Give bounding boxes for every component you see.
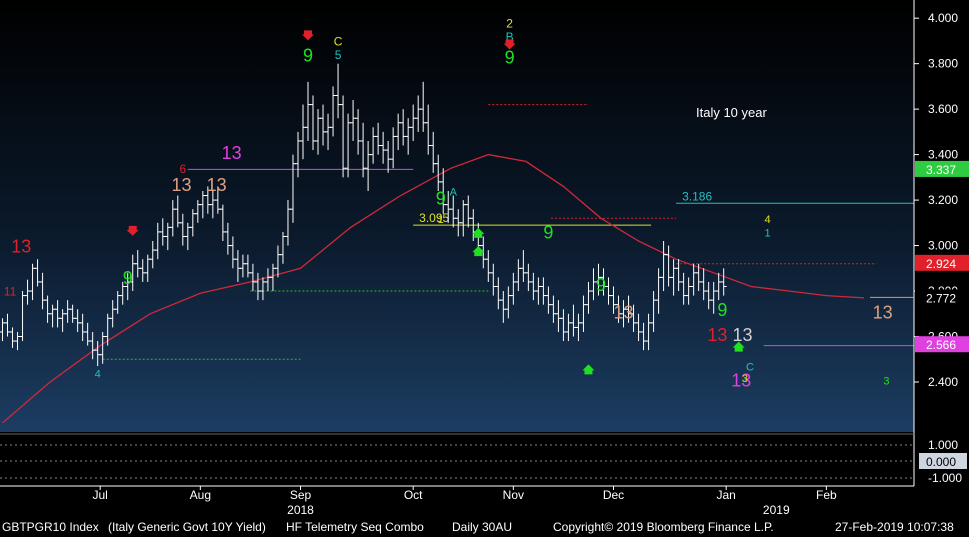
sequence-count-label: 13 xyxy=(207,175,227,195)
y-tick-label: 2.400 xyxy=(928,375,958,389)
lower-tick-label: 1.000 xyxy=(928,438,958,452)
footer-study: HF Telemetry Seq Combo xyxy=(286,520,424,534)
lower-tick-label: -1.000 xyxy=(928,471,962,485)
sequence-count-label: 11 xyxy=(4,285,17,299)
x-tick-label: Oct xyxy=(404,488,423,502)
y-tick-label: 3.200 xyxy=(928,193,958,207)
x-tick-label: Feb xyxy=(816,488,837,502)
y-tick-label: 3.600 xyxy=(928,102,958,116)
sequence-count-label: 1 xyxy=(438,214,444,226)
price-tag-label: 3.337 xyxy=(926,163,956,177)
y-tick-label: 3.000 xyxy=(928,239,958,253)
sequence-count-label: 9 xyxy=(596,275,606,295)
sequence-count-label: 2 xyxy=(506,16,513,30)
sequence-count-label: 9 xyxy=(303,45,313,65)
sequence-count-label: 13 xyxy=(172,175,192,195)
chart-title: Italy 10 year xyxy=(696,105,767,120)
sequence-count-label: C xyxy=(334,34,343,48)
chart-root: { "chart_data": { "type": "bar", "subtyp… xyxy=(0,0,969,537)
footer-bar: GBTPGR10 Index (Italy Generic Govt 10Y Y… xyxy=(0,518,969,537)
sequence-count-label: 13 xyxy=(11,236,31,256)
year-label: 2018 xyxy=(287,503,314,517)
plot-background xyxy=(0,0,914,432)
footer-security: GBTPGR10 Index xyxy=(2,520,99,534)
x-tick-label: Jul xyxy=(92,488,107,502)
year-label: 2019 xyxy=(763,503,790,517)
sequence-count-label: 1 xyxy=(764,227,770,239)
x-tick-label: Dec xyxy=(603,488,624,502)
last-price-tag-label: 2.772 xyxy=(926,291,956,305)
level-label: 3.095 xyxy=(419,211,449,225)
sequence-count-label: 9 xyxy=(717,300,727,320)
sequence-count-label: 6 xyxy=(179,162,186,176)
footer-period: Daily 30AU xyxy=(452,520,513,534)
x-tick-label: Aug xyxy=(190,488,211,502)
lower-value-tag-label: 0.000 xyxy=(926,455,956,469)
price-tag-label: 2.924 xyxy=(926,257,956,271)
footer-timestamp: 27-Feb-2019 10:07:38 xyxy=(835,520,954,534)
sequence-count-label: 13 xyxy=(873,302,893,322)
sequence-count-label: 3 xyxy=(742,373,748,385)
sequence-count-label: 13 xyxy=(614,302,634,322)
sequence-count-label: 3 xyxy=(883,375,889,387)
sequence-count-label: 9 xyxy=(505,48,515,68)
sequence-count-label: 13 xyxy=(707,325,727,345)
sequence-count-label: 9 xyxy=(543,223,553,243)
sequence-count-label: 9 xyxy=(123,268,133,288)
x-tick-label: Jan xyxy=(717,488,736,502)
sequence-count-label: A xyxy=(450,187,458,199)
y-tick-label: 3.400 xyxy=(928,148,958,162)
x-tick-label: Sep xyxy=(290,488,312,502)
x-tick-label: Nov xyxy=(503,488,524,502)
sequence-count-label: 13 xyxy=(222,143,242,163)
sequence-count-label: 5 xyxy=(335,48,342,62)
y-tick-label: 4.000 xyxy=(928,11,958,25)
level-label: 3.186 xyxy=(682,189,712,203)
y-tick-label: 3.800 xyxy=(928,57,958,71)
sequence-count-label: 13 xyxy=(732,325,752,345)
sequence-count-label: 9 xyxy=(436,189,446,209)
sequence-count-label: 4 xyxy=(95,368,101,380)
sequence-count-label: 4 xyxy=(764,214,770,226)
price-tag-label: 2.566 xyxy=(926,338,956,352)
price-chart: 3.0953.186 1311913 131369C5992B913913 1313… xyxy=(0,0,969,518)
footer-copyright: Copyright© 2019 Bloomberg Finance L.P. xyxy=(553,520,774,534)
sequence-count-label: C xyxy=(746,362,754,374)
footer-description: (Italy Generic Govt 10Y Yield) xyxy=(108,520,266,534)
